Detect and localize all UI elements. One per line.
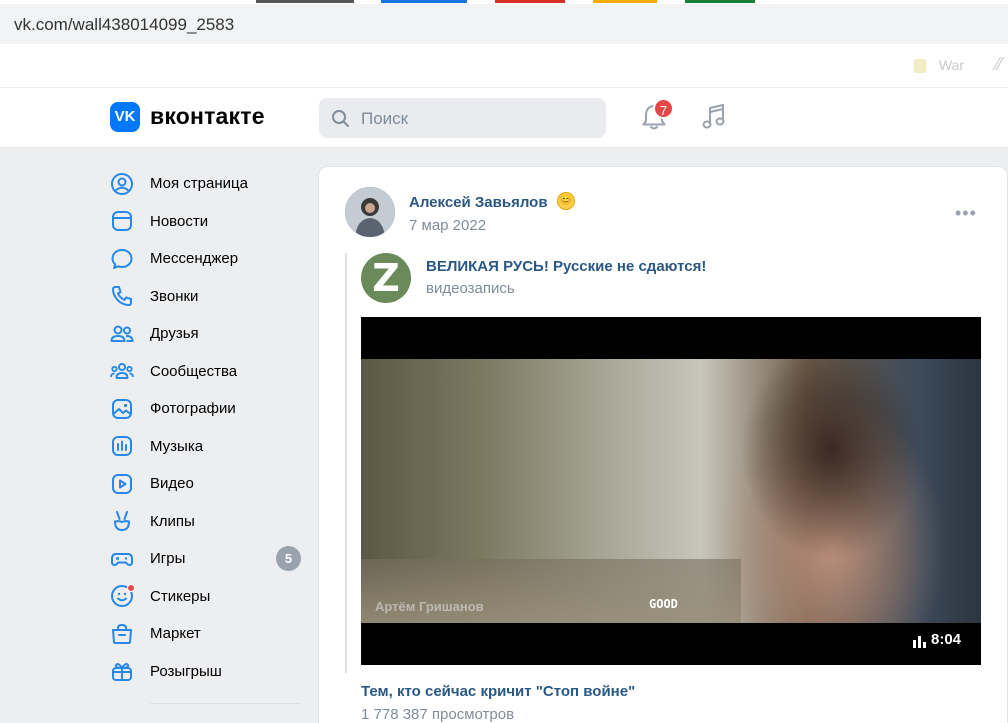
address-bar[interactable]: vk.com/wall438014099_2583 bbox=[0, 4, 1008, 44]
communities-icon bbox=[110, 359, 138, 383]
friends-icon bbox=[110, 322, 138, 346]
sidebar-item-giveaway[interactable]: Розыгрыш bbox=[110, 653, 310, 691]
video-views: 1 778 387 просмотров bbox=[361, 706, 515, 723]
new-indicator-dot bbox=[127, 583, 135, 592]
wall-post: Алексей Завьялов 😊 7 мар 2022 ••• Z ВЕЛИ… bbox=[318, 166, 1008, 723]
sidebar-item-label: Звонки bbox=[150, 287, 199, 305]
sidebar-item-label: Новости bbox=[150, 212, 209, 230]
sidebar-item-clips[interactable]: Клипы bbox=[110, 503, 310, 541]
games-icon bbox=[110, 547, 138, 571]
gift-icon bbox=[110, 659, 138, 683]
video-thumbnail: Артём Гришанов GOOD bbox=[361, 359, 981, 623]
post-date[interactable]: 7 мар 2022 bbox=[409, 217, 486, 234]
vk-logo-icon[interactable]: VK bbox=[110, 102, 140, 132]
sidebar-item-communities[interactable]: Сообщества bbox=[110, 353, 310, 391]
video-duration: 8:04 bbox=[931, 631, 962, 648]
video-caption: GOOD bbox=[649, 597, 678, 611]
repost-type: видеозапись bbox=[426, 280, 515, 297]
author-avatar[interactable] bbox=[345, 187, 395, 237]
search-placeholder: Поиск bbox=[361, 109, 409, 128]
sidebar-item-market[interactable]: Маркет bbox=[110, 615, 310, 653]
vk-brand-name[interactable]: вконтакте bbox=[150, 103, 265, 130]
sidebar-item-calls[interactable]: Звонки bbox=[110, 278, 310, 316]
bookmark-folder-icon bbox=[914, 59, 926, 73]
sidebar-item-news[interactable]: Новости bbox=[110, 203, 310, 241]
video-icon bbox=[110, 472, 138, 496]
sidebar-item-label: Видео bbox=[150, 475, 194, 493]
sidebar-item-label: Фотографии bbox=[150, 400, 236, 418]
sidebar-item-label: Моя страница bbox=[150, 175, 248, 193]
bookmark-war[interactable]: War bbox=[939, 57, 964, 73]
sidebar-item-messenger[interactable]: Мессенджер bbox=[110, 240, 310, 278]
sidebar-item-my-page[interactable]: Моя страница bbox=[110, 165, 310, 203]
video-title[interactable]: Тем, кто сейчас кричит "Стоп войне" bbox=[361, 683, 635, 700]
repost-line bbox=[345, 253, 347, 673]
music-icon bbox=[110, 434, 138, 458]
sidebar-item-label: Игры bbox=[150, 550, 186, 568]
sidebar-item-label: Стикеры bbox=[150, 587, 211, 605]
sidebar-item-label: Музыка bbox=[150, 437, 204, 455]
user-circle-icon bbox=[110, 172, 138, 196]
sidebar-item-photos[interactable]: Фотографии bbox=[110, 390, 310, 428]
smile-emoji-icon: 😊 bbox=[557, 192, 575, 210]
clips-icon bbox=[110, 509, 138, 533]
z-letter-icon: Z bbox=[372, 256, 400, 300]
bookmarks-bar: War ⁄⁄ bbox=[0, 44, 1008, 87]
sidebar-item-games[interactable]: Игры 5 bbox=[110, 540, 310, 578]
repost-source-name[interactable]: ВЕЛИКАЯ РУСЬ! Русские не сдаются! bbox=[426, 258, 706, 275]
bookmark-overflow-icon[interactable]: ⁄⁄ bbox=[996, 54, 1002, 75]
sidebar-item-label: Клипы bbox=[150, 512, 195, 530]
games-count-badge: 5 bbox=[276, 546, 301, 572]
sidebar-item-friends[interactable]: Друзья bbox=[110, 315, 310, 353]
phone-icon bbox=[110, 284, 138, 308]
sidebar-item-label: Сообщества bbox=[150, 362, 238, 380]
more-options-icon[interactable]: ••• bbox=[955, 203, 977, 224]
video-watermark: Артём Гришанов bbox=[375, 599, 484, 614]
sidebar-item-video[interactable]: Видео bbox=[110, 465, 310, 503]
left-sidebar: Моя страница Новости Мессенджер Звонки Д… bbox=[110, 165, 310, 690]
sidebar-item-music[interactable]: Музыка bbox=[110, 428, 310, 466]
news-icon bbox=[110, 209, 138, 233]
views-bars-icon bbox=[913, 635, 927, 653]
repost-source-avatar[interactable]: Z bbox=[361, 253, 411, 303]
sidebar-item-label: Маркет bbox=[150, 625, 201, 643]
message-icon bbox=[110, 247, 138, 271]
search-icon bbox=[331, 109, 351, 134]
photo-icon bbox=[110, 397, 138, 421]
sidebar-item-label: Друзья bbox=[150, 325, 199, 343]
sidebar-item-label: Розыгрыш bbox=[150, 662, 222, 680]
sidebar-item-stickers[interactable]: Стикеры bbox=[110, 578, 310, 616]
market-icon bbox=[110, 622, 138, 646]
notification-badge: 7 bbox=[653, 98, 674, 119]
post-author-name[interactable]: Алексей Завьялов bbox=[409, 194, 548, 211]
search-input[interactable]: Поиск bbox=[319, 98, 606, 138]
sidebar-divider bbox=[150, 703, 300, 704]
sidebar-item-label: Мессенджер bbox=[150, 250, 239, 268]
url-text[interactable]: vk.com/wall438014099_2583 bbox=[14, 15, 234, 35]
video-player[interactable]: Артём Гришанов GOOD 8:04 bbox=[361, 317, 981, 665]
vk-header: VK вконтакте Поиск 7 bbox=[0, 88, 1008, 148]
music-note-icon[interactable] bbox=[701, 102, 727, 137]
